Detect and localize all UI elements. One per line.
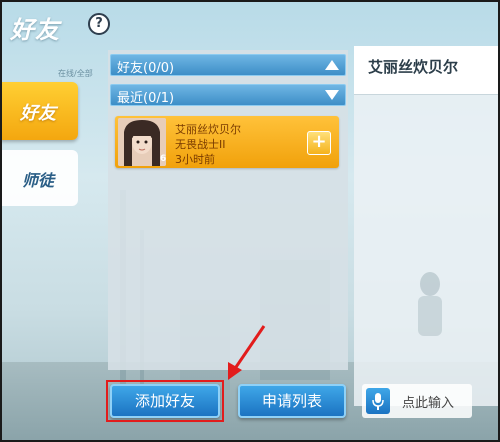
chat-input-placeholder: 点此输入	[402, 396, 455, 411]
friend-card[interactable]: 6 艾丽丝炊贝尔 无畏战士II 3小时前 +	[115, 116, 339, 168]
apply-list-button[interactable]: 申请列表	[238, 384, 346, 418]
tab-mentorship-label: 师徒	[22, 171, 55, 190]
annotation-arrow-icon	[228, 325, 266, 380]
help-icon[interactable]: ?	[88, 13, 110, 35]
page-title: 好友	[10, 16, 60, 44]
online-count-label: 在线/全部	[58, 69, 93, 78]
friends-section-label: 好友(0/0)	[117, 61, 175, 76]
friend-level: 6	[160, 154, 167, 164]
recent-section-label: 最近(0/1)	[117, 91, 175, 106]
tab-friends[interactable]: 好友	[0, 82, 78, 140]
tab-friends-label: 好友	[20, 103, 56, 124]
tab-mentorship[interactable]: 师徒	[0, 150, 78, 206]
friends-section-header[interactable]: 好友(0/0)	[110, 54, 346, 76]
character-silhouette-icon	[418, 272, 442, 336]
detail-panel	[354, 46, 500, 406]
highlight-box	[106, 380, 224, 422]
recent-section-header[interactable]: 最近(0/1)	[110, 84, 346, 106]
friend-last-seen: 3小时前	[175, 153, 215, 166]
add-friend-plus-button[interactable]: +	[307, 131, 331, 155]
expand-arrow-icon	[325, 90, 339, 100]
detail-header: 艾丽丝炊贝尔	[354, 46, 500, 95]
friend-class: 无畏战士II	[175, 138, 226, 151]
friend-name: 艾丽丝炊贝尔	[175, 123, 241, 136]
character-portrait-icon	[118, 118, 166, 166]
avatar	[118, 118, 166, 166]
detail-name: 艾丽丝炊贝尔	[368, 58, 459, 76]
collapse-arrow-icon	[325, 60, 339, 70]
microphone-icon[interactable]	[366, 388, 390, 414]
